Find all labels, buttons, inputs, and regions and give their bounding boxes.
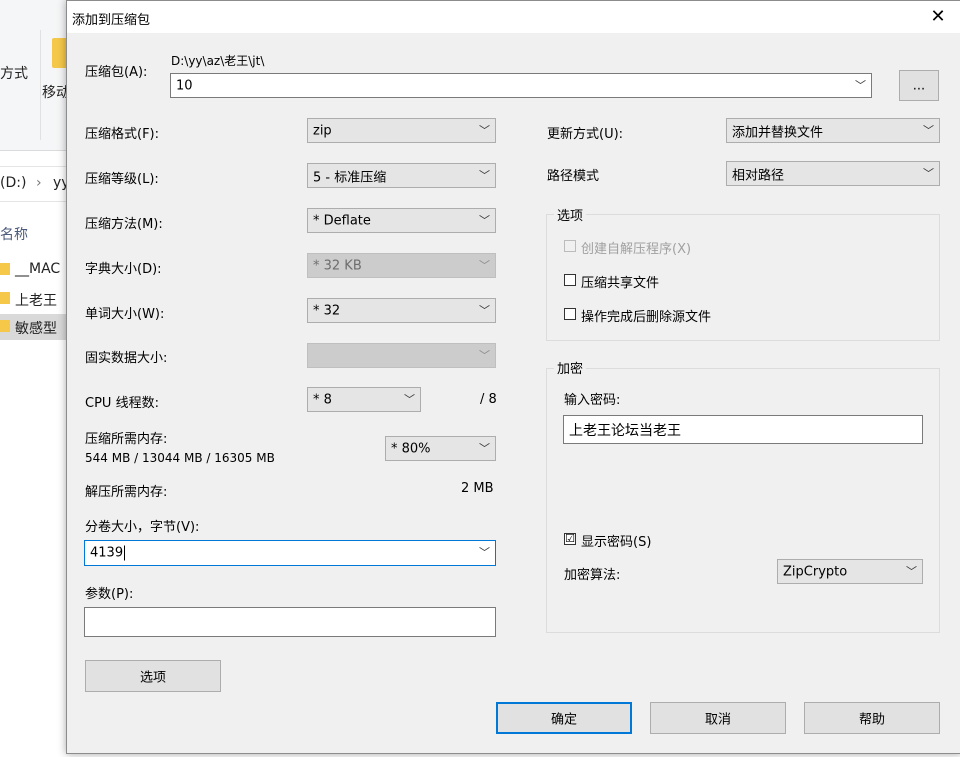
cpu-label: CPU 线程数: [85,396,159,411]
password-input[interactable]: 上老王论坛当老王 [563,415,923,444]
delete-source-checkbox[interactable] [564,308,576,320]
cancel-button-label: 取消 [704,712,731,728]
level-select[interactable]: 5 - 标准压缩 ﹀ [307,163,496,188]
mem-value: * 80% [391,441,431,456]
chevron-down-icon: ﹀ [479,168,490,182]
mem-label: 压缩所需内存: [85,432,168,447]
show-password-label[interactable]: 显示密码(S) [581,531,651,550]
update-value: 添加并替换文件 [732,125,824,140]
password-label: 输入密码: [564,393,621,408]
cpu-select[interactable]: * 8 ﹀ [307,387,421,412]
archive-name-input[interactable]: 10 ﹀ [170,73,872,98]
chevron-down-icon: ﹀ [479,303,490,317]
chevron-down-icon: ﹀ [923,123,934,137]
shared-checkbox[interactable] [564,274,576,286]
word-value: * 32 [313,303,341,318]
word-select[interactable]: * 32 ﹀ [307,298,496,323]
level-value: 5 - 标准压缩 [313,170,387,185]
chevron-down-icon: ﹀ [479,441,490,455]
chevron-down-icon[interactable]: ﹀ [855,77,866,93]
algo-label: 加密算法: [564,568,621,583]
algo-value: ZipCrypto [783,564,848,579]
chevron-down-icon: ﹀ [404,392,415,406]
address-chevron-icon: › [36,175,42,191]
method-label: 压缩方法(M): [85,217,163,232]
mem-detail: 544 MB / 13044 MB / 16305 MB [85,451,275,465]
dict-label: 字典大小(D): [85,262,162,277]
format-select[interactable]: zip ﹀ [307,118,496,143]
file-item[interactable]: 上老王 [15,290,57,310]
chevron-down-icon[interactable]: ﹀ [479,544,490,560]
dialog-title: 添加到压缩包 [72,13,151,28]
text-caret [124,545,126,561]
decomp-label: 解压所需内存: [85,485,168,500]
archive-path: D:\yy\az\老王\jt\ [171,54,265,68]
title-bar [67,1,960,33]
chevron-down-icon: ﹀ [923,166,934,180]
archive-name-value: 10 [176,78,193,93]
help-button-label: 帮助 [858,712,885,728]
options-button[interactable]: 选项 [85,660,221,692]
chevron-down-icon: ﹀ [479,213,490,227]
decomp-value: 2 MB [461,481,494,496]
chevron-down-icon: ﹀ [479,348,490,362]
word-label: 单词大小(W): [85,307,165,322]
cpu-value: * 8 [313,392,332,407]
update-label: 更新方式(U): [547,127,624,142]
ok-button[interactable]: 确定 [496,702,632,734]
solid-label: 固实数据大小: [85,351,168,366]
level-label: 压缩等级(L): [85,172,159,187]
ok-button-label: 确定 [550,712,577,728]
folder-icon [0,320,10,332]
path-select[interactable]: 相对路径 ﹀ [726,161,940,186]
dict-select: * 32 KB ﹀ [307,253,496,278]
folder-icon [0,292,10,304]
address-drive: (D:) [0,175,27,191]
method-value: * Deflate [313,213,371,228]
split-size-text: 4139 [90,545,124,561]
shared-label[interactable]: 压缩共享文件 [581,272,659,291]
chevron-down-icon: ﹀ [479,123,490,137]
sfx-label: 创建自解压程序(X) [581,242,692,257]
sfx-checkbox [564,240,576,252]
close-icon[interactable]: ✕ [923,4,953,30]
update-select[interactable]: 添加并替换文件 ﹀ [726,118,940,143]
params-label: 参数(P): [85,587,134,602]
password-value: 上老王论坛当老王 [569,422,681,439]
archive-label: 压缩包(A): [85,65,148,80]
browse-button[interactable]: ... [899,70,939,101]
folder-icon [0,263,10,275]
browse-button-label: ... [912,78,926,93]
split-label: 分卷大小，字节(V): [85,520,200,535]
split-size-input[interactable]: 4139 ﹀ [84,540,496,566]
column-header-name[interactable]: 名称 [0,224,28,244]
path-value: 相对路径 [732,168,785,183]
add-to-archive-dialog: 添加到压缩包 ✕ 压缩包(A): D:\yy\az\老王\jt\ 10 ﹀ ..… [66,0,960,754]
params-input[interactable] [84,607,496,637]
algo-select[interactable]: ZipCrypto ﹀ [777,559,923,584]
options-button-label: 选项 [139,670,166,686]
chevron-down-icon: ﹀ [906,564,917,578]
encryption-group-title: 加密 [554,358,587,377]
solid-select: ﹀ [307,343,496,368]
ribbon-text-mode: 方式 [0,66,28,82]
split-size-value: 4139 [90,545,126,561]
mem-select[interactable]: * 80% ﹀ [385,436,496,461]
file-item[interactable]: __MAC [15,261,60,277]
dict-value: * 32 KB [313,258,362,273]
path-label: 路径模式 [547,169,600,184]
help-button[interactable]: 帮助 [804,702,940,734]
file-item[interactable]: 敏感型 [15,318,57,338]
method-select[interactable]: * Deflate ﹀ [307,208,496,233]
show-password-checkbox[interactable]: ☑ [564,533,576,545]
format-label: 压缩格式(F): [85,127,160,142]
delete-source-label[interactable]: 操作完成后删除源文件 [581,306,711,325]
cpu-max: / 8 [480,392,497,407]
ribbon-separator [40,30,41,140]
format-value: zip [313,123,332,138]
chevron-down-icon: ﹀ [479,258,490,272]
cancel-button[interactable]: 取消 [650,702,786,734]
options-group-title: 选项 [554,205,587,224]
